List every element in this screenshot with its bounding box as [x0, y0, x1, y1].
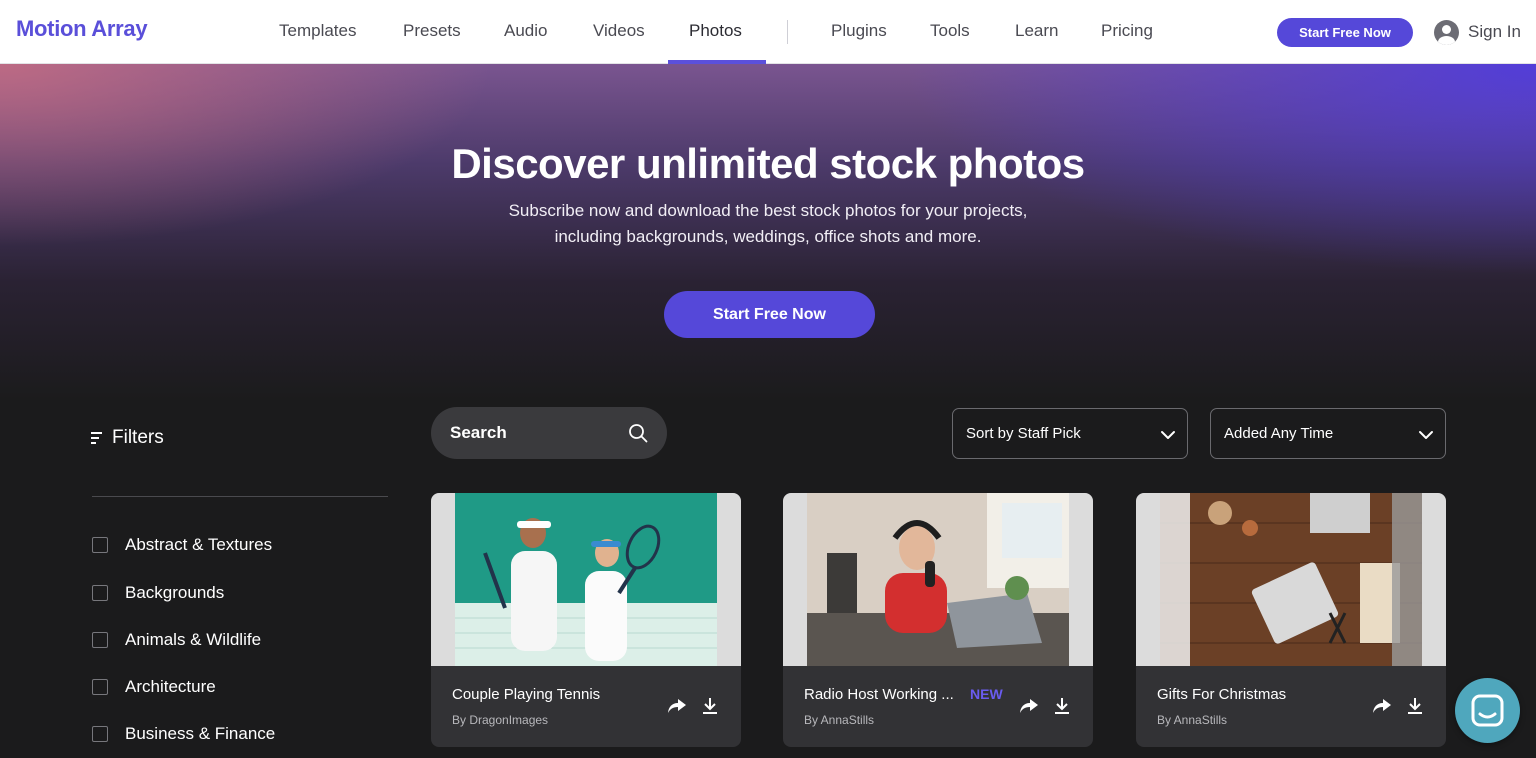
chat-icon	[1471, 694, 1504, 727]
radio-host-photo	[807, 493, 1069, 666]
hero-title: Discover unlimited stock photos	[451, 140, 1085, 187]
sort-select-value: Sort by Staff Pick	[966, 425, 1081, 442]
hero-start-free-now-button[interactable]: Start Free Now	[664, 291, 875, 338]
user-icon	[1434, 19, 1459, 45]
photo-thumbnail[interactable]	[783, 493, 1093, 666]
category-checkbox[interactable]	[92, 537, 108, 553]
hero-subtitle: Subscribe now and download the best stoc…	[0, 198, 1536, 250]
nav-presets[interactable]: Presets	[403, 21, 461, 41]
search-placeholder: Search	[450, 423, 507, 442]
category-checkbox[interactable]	[92, 585, 108, 601]
download-icon[interactable]	[1407, 697, 1423, 715]
category-label: Architecture	[125, 677, 216, 696]
photo-thumbnail[interactable]	[431, 493, 741, 666]
card-author[interactable]: By DragonImages	[452, 713, 548, 727]
nav-divider	[787, 20, 788, 44]
photo-card[interactable]: Couple Playing Tennis By DragonImages	[431, 493, 741, 747]
chevron-down-icon	[1419, 431, 1433, 439]
category-animals-wildlife[interactable]: Animals & Wildlife	[92, 630, 261, 650]
category-backgrounds[interactable]: Backgrounds	[92, 583, 224, 603]
photo-card[interactable]: Radio Host Working ... NEW By AnnaStills	[783, 493, 1093, 747]
chat-launcher-button[interactable]	[1455, 678, 1520, 743]
card-title[interactable]: Radio Host Working ...	[804, 686, 954, 703]
share-icon[interactable]	[667, 697, 687, 715]
share-icon[interactable]	[1372, 697, 1392, 715]
card-title[interactable]: Gifts For Christmas	[1157, 686, 1286, 703]
nav-photos[interactable]: Photos	[689, 21, 742, 41]
card-author[interactable]: By AnnaStills	[1157, 713, 1227, 727]
top-navigation: Motion Array Templates Presets Audio Vid…	[0, 0, 1536, 64]
nav-learn[interactable]: Learn	[1015, 21, 1058, 41]
category-label: Abstract & Textures	[125, 535, 273, 554]
category-checkbox[interactable]	[92, 679, 108, 695]
sign-in-link[interactable]: Sign In	[1434, 19, 1521, 45]
motion-array-logo[interactable]: Motion Array	[16, 16, 148, 42]
christmas-gifts-photo	[1160, 493, 1422, 666]
category-abstract-textures[interactable]: Abstract & Textures	[92, 535, 272, 555]
card-author[interactable]: By AnnaStills	[804, 713, 874, 727]
category-checkbox[interactable]	[92, 632, 108, 648]
filters-heading[interactable]: Filters	[91, 427, 164, 449]
search-icon[interactable]	[628, 423, 648, 443]
new-badge: NEW	[970, 686, 1003, 702]
category-label: Animals & Wildlife	[125, 630, 262, 649]
time-select[interactable]: Added Any Time	[1210, 408, 1446, 459]
filter-icon	[91, 431, 104, 445]
photo-thumbnail[interactable]	[1136, 493, 1446, 666]
filters-divider	[92, 496, 388, 497]
chevron-down-icon	[1161, 431, 1175, 439]
photo-card[interactable]: Gifts For Christmas By AnnaStills	[1136, 493, 1446, 747]
start-free-now-button[interactable]: Start Free Now	[1277, 18, 1413, 47]
category-label: Business & Finance	[125, 724, 276, 743]
share-icon[interactable]	[1019, 697, 1039, 715]
nav-videos[interactable]: Videos	[593, 21, 645, 41]
category-architecture[interactable]: Architecture	[92, 677, 216, 697]
hero-subtitle-line-2: including backgrounds, weddings, office …	[554, 227, 982, 246]
time-select-value: Added Any Time	[1224, 425, 1334, 442]
filters-label: Filters	[112, 427, 164, 448]
hero-subtitle-line-1: Subscribe now and download the best stoc…	[508, 201, 1028, 220]
sort-select[interactable]: Sort by Staff Pick	[952, 408, 1188, 459]
category-business-finance[interactable]: Business & Finance	[92, 724, 275, 744]
category-label: Backgrounds	[125, 583, 225, 602]
tennis-photo	[455, 493, 717, 666]
sign-in-label: Sign In	[1468, 22, 1521, 41]
nav-plugins[interactable]: Plugins	[831, 21, 887, 41]
download-icon[interactable]	[702, 697, 718, 715]
category-checkbox[interactable]	[92, 726, 108, 742]
nav-audio[interactable]: Audio	[504, 21, 547, 41]
nav-tools[interactable]: Tools	[930, 21, 970, 41]
download-icon[interactable]	[1054, 697, 1070, 715]
nav-templates[interactable]: Templates	[279, 21, 356, 41]
card-title[interactable]: Couple Playing Tennis	[452, 686, 600, 703]
nav-pricing[interactable]: Pricing	[1101, 21, 1153, 41]
